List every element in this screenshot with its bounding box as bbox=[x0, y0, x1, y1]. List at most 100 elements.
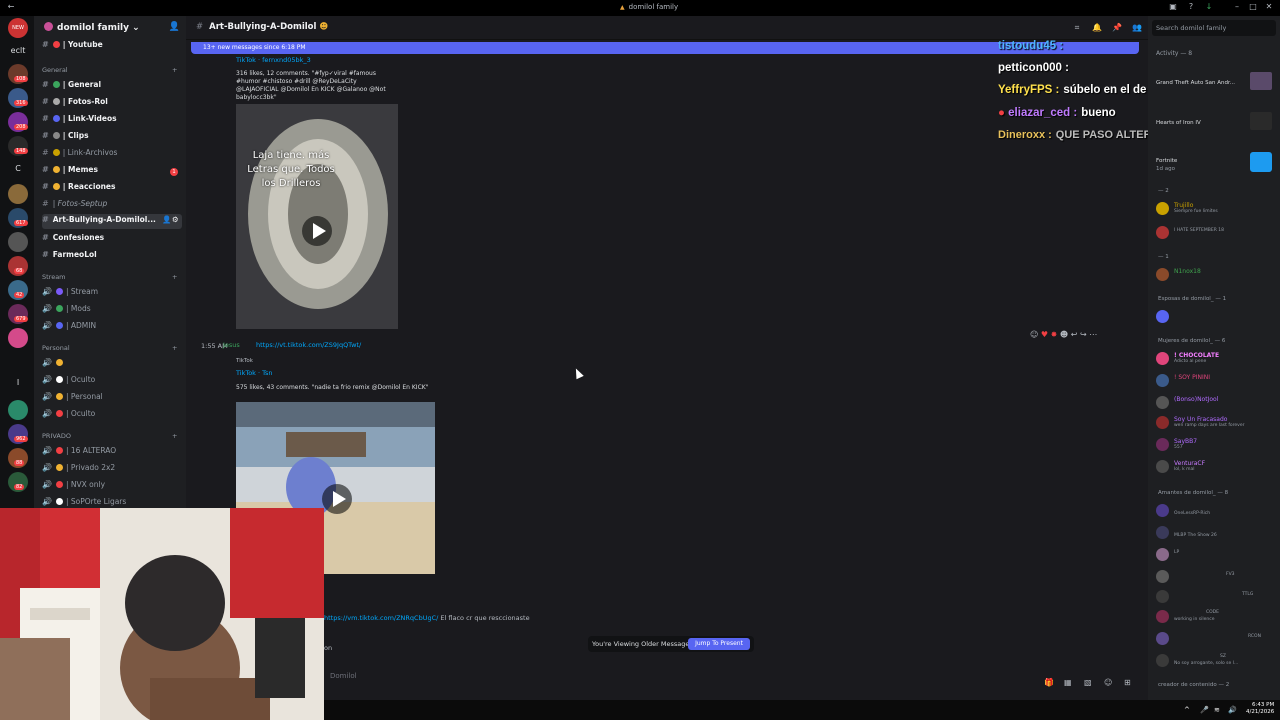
channel-fotos-septup[interactable]: # | Fotos-Septup bbox=[42, 199, 182, 213]
emoji-picker-icon[interactable]: ☺ bbox=[1104, 678, 1114, 688]
voice-channel-personal-1[interactable]: 🔊 bbox=[42, 358, 182, 372]
activity-item[interactable]: Grand Theft Auto San Andr... bbox=[1156, 80, 1256, 87]
add-user-icon[interactable]: 👤 bbox=[169, 22, 180, 32]
members-list-icon[interactable]: 👥 bbox=[1132, 23, 1142, 33]
add-channel-icon[interactable]: + bbox=[172, 344, 177, 352]
member-item[interactable]: (Bonso)NotJool bbox=[1156, 396, 1276, 410]
message-composer[interactable]: Domilol 🎁 ▦ ▧ ☺ ⊞ bbox=[320, 666, 1140, 688]
channel-reacciones[interactable]: # | Reacciones bbox=[42, 182, 182, 196]
member-item[interactable]: TTLG bbox=[1156, 590, 1276, 604]
server-icon[interactable] bbox=[8, 328, 28, 348]
gif-icon[interactable]: ▦ bbox=[1064, 678, 1074, 688]
member-item[interactable]: SayBB7 557 bbox=[1156, 438, 1276, 452]
voice-channel-nvx-only[interactable]: 🔊 | NVX only bbox=[42, 480, 182, 494]
channel-link-videos[interactable]: # | Link-Videos bbox=[42, 114, 182, 128]
server-icon[interactable] bbox=[8, 184, 28, 204]
add-channel-icon[interactable]: + bbox=[172, 432, 177, 440]
channel-memes[interactable]: # | Memes bbox=[42, 165, 182, 179]
message-link[interactable]: https://vm.tiktok.com/ZNRqCbUgC/ bbox=[324, 614, 438, 622]
member-item[interactable]: SZ No soy arrogante, solo se l... bbox=[1156, 654, 1276, 668]
add-channel-icon[interactable]: + bbox=[172, 66, 177, 74]
gift-icon[interactable]: 🎁 bbox=[1044, 678, 1054, 688]
server-icon-c[interactable]: C bbox=[8, 164, 28, 173]
activity-item[interactable]: Fortnite bbox=[1156, 158, 1177, 165]
play-icon[interactable] bbox=[302, 216, 332, 246]
new-messages-bar[interactable]: 13+ new messages since 6:18 PM bbox=[191, 42, 1139, 54]
inbox-icon[interactable]: ▣ bbox=[1168, 2, 1178, 12]
member-item[interactable]: ! CHOCOLATE Adicto al pene bbox=[1156, 352, 1276, 366]
member-item[interactable]: VenturaCF lol, k mal bbox=[1156, 460, 1276, 474]
member-item[interactable]: OneLessRP-Rich bbox=[1156, 504, 1276, 518]
category-personal[interactable]: Personal + bbox=[42, 344, 182, 352]
sticker-icon[interactable]: ▧ bbox=[1084, 678, 1094, 688]
category-stream[interactable]: Stream + bbox=[42, 273, 182, 281]
channel-youtube[interactable]: # | Youtube bbox=[42, 40, 182, 54]
channel-link-archivos[interactable]: # | Link-Archivos bbox=[42, 148, 182, 162]
embed-title[interactable]: TikTok · fernxnd05bk_3 bbox=[236, 56, 311, 64]
member-item[interactable]: LP bbox=[1156, 548, 1276, 562]
member-item[interactable]: RCON bbox=[1156, 632, 1276, 646]
jump-to-present-button[interactable]: Jump To Present bbox=[688, 638, 750, 650]
forward-icon[interactable]: ↪ bbox=[1080, 330, 1087, 339]
download-icon[interactable]: ↓ bbox=[1204, 2, 1214, 12]
add-reaction-icon[interactable]: ☻ bbox=[1060, 330, 1068, 339]
maximize-icon[interactable]: □ bbox=[1248, 2, 1258, 12]
minimize-icon[interactable]: – bbox=[1232, 2, 1242, 12]
invite-icon[interactable]: 👤 bbox=[162, 215, 171, 224]
member-item[interactable]: I HATE SEPTEMBER 18 bbox=[1156, 226, 1276, 240]
voice-channel-admin[interactable]: 🔊 | ADMIN bbox=[42, 321, 182, 335]
server-icon[interactable] bbox=[8, 400, 28, 420]
heart-reaction-icon[interactable]: ♥ bbox=[1041, 330, 1048, 339]
member-item[interactable] bbox=[1156, 310, 1276, 324]
apps-icon[interactable]: ⊞ bbox=[1124, 678, 1134, 688]
channel-art-bullying[interactable]: # Art-Bullying-A-Domilol... 👤 ⚙ bbox=[42, 214, 182, 229]
voice-channel-mods[interactable]: 🔊 | Mods bbox=[42, 304, 182, 318]
more-options-icon[interactable]: ⋯ bbox=[1089, 330, 1097, 339]
taskbar-clock[interactable]: 6:43 PM 4/21/2026 bbox=[1246, 702, 1274, 716]
category-general[interactable]: General + bbox=[42, 66, 182, 74]
channel-farmeolol[interactable]: # FarmeoLol bbox=[42, 250, 182, 264]
channel-clips[interactable]: # | Clips bbox=[42, 131, 182, 145]
voice-channel-personal[interactable]: 🔊 | Personal bbox=[42, 392, 182, 406]
reply-icon[interactable]: ↩ bbox=[1071, 330, 1078, 339]
member-item[interactable]: Soy Un Fracasado wen ramp days are last f… bbox=[1156, 416, 1276, 430]
pin-icon[interactable]: 📌 bbox=[1112, 23, 1122, 33]
message-author[interactable]: Jesus bbox=[223, 341, 240, 349]
voice-channel-16-alterao[interactable]: 🔊 | 16 ALTERAO bbox=[42, 446, 182, 460]
fire-reaction-icon[interactable]: ✸ bbox=[1051, 330, 1058, 339]
volume-icon[interactable]: 🔊 bbox=[1228, 706, 1237, 714]
mic-icon[interactable]: 🎤 bbox=[1200, 706, 1209, 714]
voice-channel-oculto-2[interactable]: 🔊 | Oculto bbox=[42, 409, 182, 423]
search-input[interactable]: Search domilol family bbox=[1152, 20, 1276, 36]
member-item[interactable]: Trujillo Siempre fue limites bbox=[1156, 202, 1276, 216]
voice-channel-stream[interactable]: 🔊 | Stream bbox=[42, 287, 182, 301]
member-item[interactable]: FV3 bbox=[1156, 570, 1276, 584]
back-icon[interactable]: ← bbox=[6, 2, 16, 12]
wifi-icon[interactable]: ≋ bbox=[1214, 706, 1220, 714]
member-item[interactable]: CODE working in silence bbox=[1156, 610, 1276, 624]
server-icon-ecl[interactable]: eclt bbox=[8, 46, 28, 55]
member-item[interactable]: N1nox18 bbox=[1156, 268, 1276, 282]
video-embed[interactable]: Laja tiene. más Letras que. Todos los Dr… bbox=[236, 104, 398, 329]
server-icon-i[interactable]: I bbox=[8, 378, 28, 387]
channel-general[interactable]: # | General bbox=[42, 80, 182, 94]
help-icon[interactable]: ? bbox=[1186, 2, 1196, 12]
channel-fotos-rol[interactable]: # | Fotos-Rol bbox=[42, 97, 182, 111]
embed-title[interactable]: TikTok · Tsn bbox=[236, 369, 273, 377]
reaction-icon[interactable]: ☺ bbox=[1030, 330, 1038, 339]
settings-gear-icon[interactable]: ⚙ bbox=[172, 215, 179, 224]
threads-icon[interactable]: ⌗ bbox=[1072, 23, 1082, 33]
channel-confesiones[interactable]: # Confesiones bbox=[42, 233, 182, 247]
server-name-header[interactable]: domilol family ⌄ 👤 bbox=[44, 22, 184, 36]
voice-channel-oculto[interactable]: 🔊 | Oculto bbox=[42, 375, 182, 389]
add-channel-icon[interactable]: + bbox=[172, 273, 177, 281]
voice-channel-privado-2x2[interactable]: 🔊 | Privado 2x2 bbox=[42, 463, 182, 477]
category-privado[interactable]: PRIVADO + bbox=[42, 432, 182, 440]
server-icon[interactable] bbox=[8, 232, 28, 252]
play-icon[interactable] bbox=[322, 484, 352, 514]
member-item[interactable]: ! SOY PININI bbox=[1156, 374, 1276, 388]
close-icon[interactable]: ✕ bbox=[1264, 2, 1274, 12]
notification-bell-icon[interactable]: 🔔 bbox=[1092, 23, 1102, 33]
member-item[interactable]: MLBP The Show 26 bbox=[1156, 526, 1276, 540]
message-link[interactable]: https://vt.tiktok.com/ZS9JqQTwt/ bbox=[256, 341, 361, 349]
